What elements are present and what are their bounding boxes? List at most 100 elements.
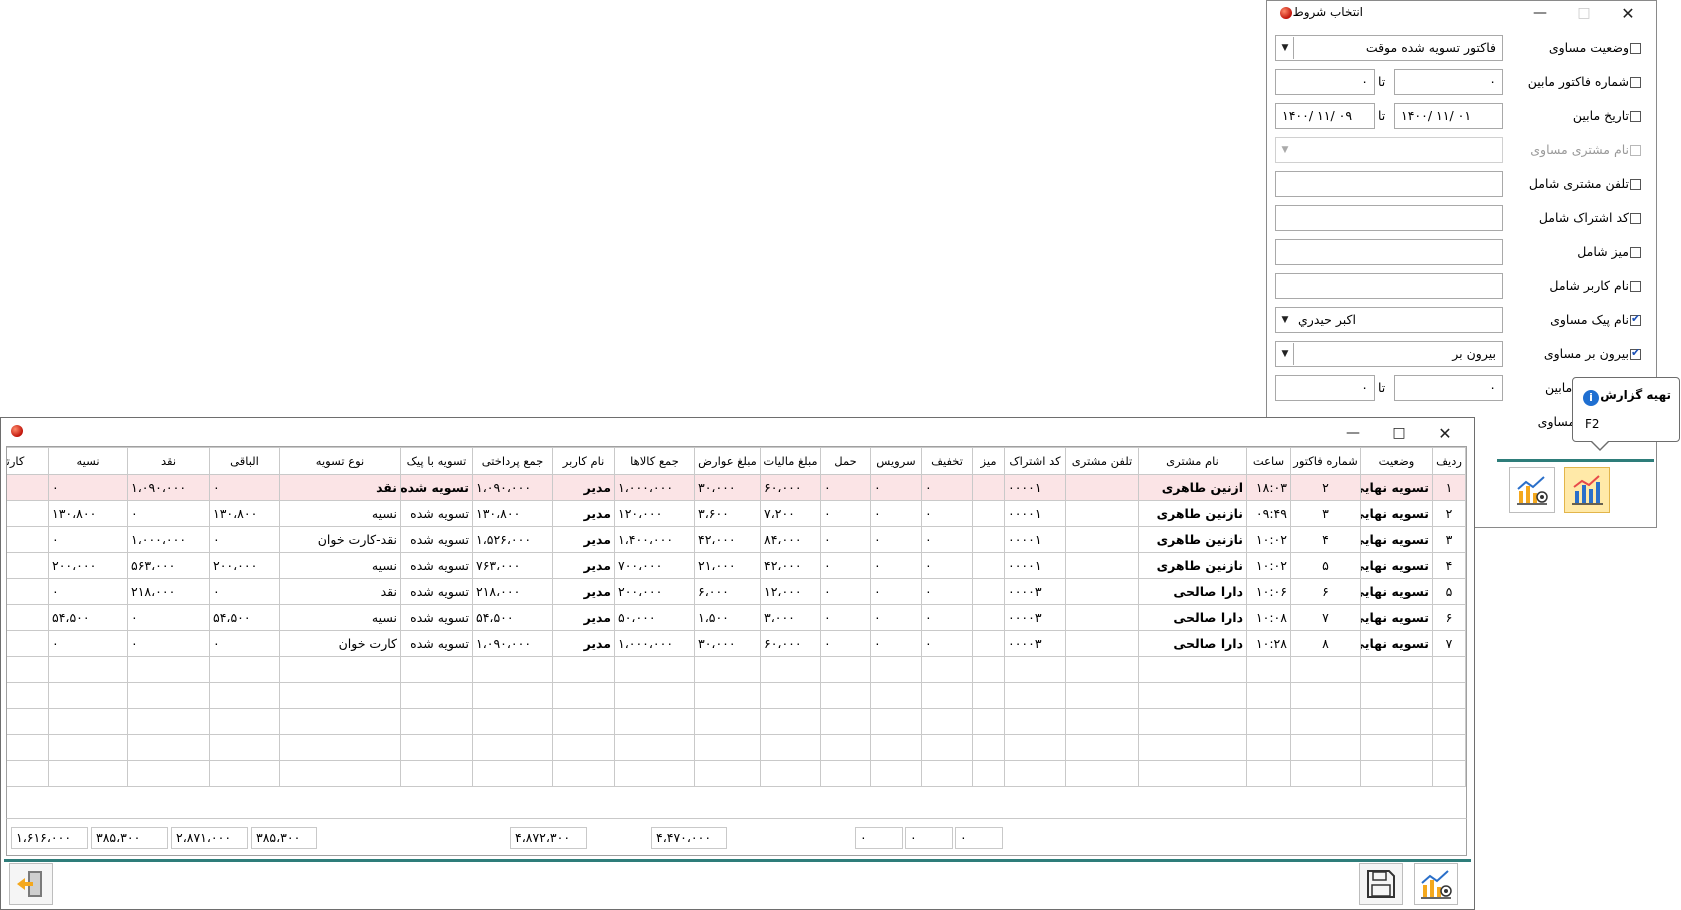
courier-select[interactable]: اکبر حیدري <box>1275 307 1503 333</box>
column-header[interactable]: نام کاربر <box>552 447 615 475</box>
subscription-code-field[interactable] <box>1275 205 1503 231</box>
column-header[interactable]: الباقی <box>209 447 280 475</box>
close-button[interactable]: ✕ <box>1606 1 1650 25</box>
table-cell: ۱،۰۹۰،۰۰۰ <box>472 630 553 657</box>
date-to-field[interactable]: ۱۴۰۰/ ۱۱/ ۰۹ <box>1275 103 1375 129</box>
chart-icon <box>1572 475 1603 505</box>
report-button[interactable] <box>1414 863 1458 905</box>
customer-phone-field[interactable] <box>1275 171 1503 197</box>
table-row[interactable]: ۳تسویه نهایی۴۱۰:۰۲نازنین طاهری۰۰۰۰۱۰۰۰۸۴… <box>7 526 1466 553</box>
filter-checkbox[interactable] <box>1630 111 1641 122</box>
filter-checkbox[interactable] <box>1630 179 1641 190</box>
payment-from-field[interactable]: ۰ <box>1394 375 1503 401</box>
table-cell: ۱۳۰،۸۰۰ <box>472 500 553 527</box>
dialog-separator <box>1497 459 1654 462</box>
filter-checkbox[interactable] <box>1630 247 1641 258</box>
column-header[interactable]: جمع پرداختی <box>472 447 553 475</box>
date-from-field[interactable]: ۱۴۰۰/ ۱۱/ ۰۱ <box>1394 103 1503 129</box>
column-header[interactable]: کارتخوان <box>7 447 49 475</box>
payment-to-field[interactable]: ۰ <box>1275 375 1375 401</box>
table-cell: ۰۰۰۰۱ <box>1004 552 1066 579</box>
table-cell: ۶ <box>1290 578 1361 605</box>
table-cell: ۰ <box>870 474 922 501</box>
table-cell: مدیر <box>552 630 615 657</box>
chevron-down-icon[interactable]: ▼ <box>1277 341 1293 367</box>
filter-checkbox[interactable] <box>1630 346 1641 360</box>
table-cell: ۰ <box>48 526 128 553</box>
table-cell <box>972 630 1005 657</box>
filter-checkbox[interactable] <box>1630 312 1641 326</box>
table-cell <box>972 474 1005 501</box>
table-cell: ۰ <box>820 604 871 631</box>
filter-checkbox[interactable] <box>1630 281 1641 292</box>
invoice-from-field[interactable]: ۰ <box>1394 69 1503 95</box>
filter-checkbox[interactable] <box>1630 77 1641 88</box>
filter-checkbox[interactable] <box>1630 43 1641 54</box>
column-header[interactable]: نام مشتری <box>1138 447 1247 475</box>
exit-button[interactable] <box>9 863 53 905</box>
takeout-select[interactable]: بیرون بر <box>1275 341 1503 367</box>
to-label: تا <box>1378 108 1386 123</box>
table-row[interactable]: ۷تسویه نهایی۸۱۰:۲۸دارا صالحی۰۰۰۰۳۰۰۰۶۰،۰… <box>7 630 1466 657</box>
column-header[interactable]: حمل <box>820 447 871 475</box>
column-header[interactable]: مبلغ عوارض <box>694 447 761 475</box>
save-button[interactable] <box>1359 863 1403 905</box>
table-cell: ۱۰:۰۸ <box>1246 604 1291 631</box>
table-cell: ۰ <box>127 500 210 527</box>
minimize-button[interactable]: — <box>1331 421 1375 445</box>
table-cell: ۱،۰۰۰،۰۰۰ <box>614 630 695 657</box>
chevron-down-icon[interactable]: ▼ <box>1277 307 1293 333</box>
column-header[interactable]: میز <box>972 447 1005 475</box>
column-header[interactable]: جمع کالاها <box>614 447 695 475</box>
table-field[interactable] <box>1275 239 1503 265</box>
column-header[interactable]: مبلغ مالیات <box>760 447 821 475</box>
column-header[interactable]: تسویه با پیک <box>400 447 473 475</box>
table-cell: ۰ <box>209 526 280 553</box>
username-field[interactable] <box>1275 273 1503 299</box>
table-cell: نقد <box>279 578 401 605</box>
minimize-button[interactable]: — <box>1518 1 1562 25</box>
column-header[interactable]: تخفیف <box>921 447 973 475</box>
table-cell: ۱،۰۰۰،۰۰۰ <box>614 474 695 501</box>
filter-checkbox[interactable] <box>1630 213 1641 224</box>
column-header[interactable]: سرویس <box>870 447 922 475</box>
table-cell: ۳۰،۰۰۰ <box>694 474 761 501</box>
table-cell: دارا صالحی <box>1138 604 1247 631</box>
chart-preview-icon <box>1421 870 1452 899</box>
table-cell: تسویه شده <box>400 552 473 579</box>
close-button[interactable]: ✕ <box>1423 421 1467 445</box>
column-header[interactable]: نقد <box>127 447 210 475</box>
table-row[interactable]: ۲تسویه نهایی۳۰۹:۴۹نازنین طاهری۰۰۰۰۱۰۰۰۷،… <box>7 500 1466 527</box>
table-row[interactable]: ۴تسویه نهایی۵۱۰:۰۲نازنین طاهری۰۰۰۰۱۰۰۰۴۲… <box>7 552 1466 579</box>
filter-row-label: نام کاربر شامل <box>1549 278 1629 293</box>
column-header[interactable]: تلفن مشتری <box>1065 447 1139 475</box>
chevron-down-icon[interactable]: ▼ <box>1277 35 1293 61</box>
table-cell: تسویه نهایی <box>1360 500 1433 527</box>
status-select[interactable]: فاکتور تسویه شده موقت <box>1275 35 1503 61</box>
table-row[interactable]: ۶تسویه نهایی۷۱۰:۰۸دارا صالحی۰۰۰۰۳۰۰۰۳،۰۰… <box>7 604 1466 631</box>
table-cell: ۰ <box>870 604 922 631</box>
table-cell: دارا صالحی <box>1138 630 1247 657</box>
app-icon <box>11 425 23 437</box>
table-row[interactable]: ۱تسویه نهایی۲۱۸:۰۳ازنین طاهری۰۰۰۰۱۰۰۰۶۰،… <box>7 474 1466 501</box>
report-button[interactable] <box>1509 467 1555 513</box>
column-header[interactable]: ساعت <box>1246 447 1291 475</box>
column-header[interactable]: ردیف <box>1432 447 1466 475</box>
column-header[interactable]: وضعیت <box>1360 447 1433 475</box>
column-header[interactable]: کد اشتراک <box>1004 447 1066 475</box>
table-cell: تسویه نهایی <box>1360 604 1433 631</box>
column-header[interactable]: نوع تسویه <box>279 447 401 475</box>
to-label: تا <box>1378 74 1386 89</box>
report-preview-button[interactable] <box>1564 467 1610 513</box>
table-cell: ۶۰،۰۰۰ <box>760 630 821 657</box>
chevron-down-icon: ▼ <box>1281 145 1289 155</box>
maximize-button[interactable]: □ <box>1377 421 1421 445</box>
table-cell: نقد-کارت خوان <box>279 526 401 553</box>
column-header[interactable]: شماره فاکتور <box>1290 447 1361 475</box>
column-header[interactable]: نسیه <box>48 447 128 475</box>
invoice-to-field[interactable]: ۰ <box>1275 69 1375 95</box>
window-separator <box>4 859 1471 862</box>
table-row[interactable]: ۵تسویه نهایی۶۱۰:۰۶دارا صالحی۰۰۰۰۳۰۰۰۱۲،۰… <box>7 578 1466 605</box>
table-cell: ۰ <box>820 552 871 579</box>
customer-name-select <box>1275 137 1503 163</box>
